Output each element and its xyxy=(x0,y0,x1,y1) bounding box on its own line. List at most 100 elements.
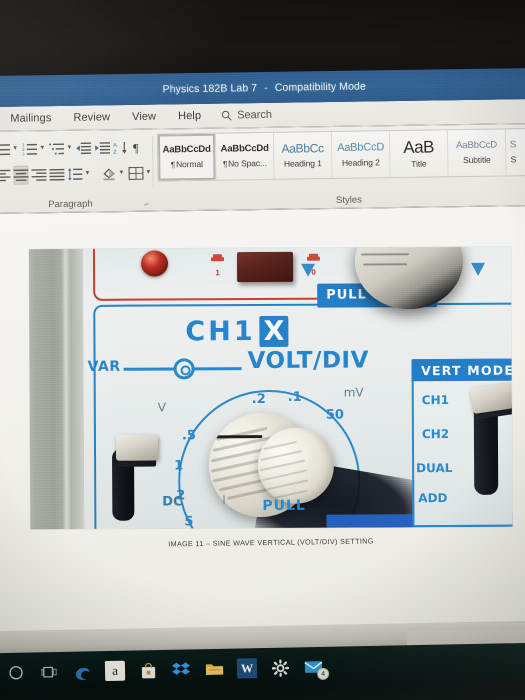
blue-triangle-marker-left xyxy=(301,263,316,277)
taskbar-item-edge[interactable] xyxy=(72,661,92,681)
align-left-button[interactable] xyxy=(0,165,11,184)
style-item-normal[interactable]: AaBbCcDd ¶Normal xyxy=(157,133,217,181)
style-preview: AaB xyxy=(403,137,435,157)
style-label: Subtitle xyxy=(462,154,491,165)
vert-mode-panel: VERT MODE CH1 CH2 DUAL ADD xyxy=(411,358,513,528)
search-icon xyxy=(220,109,232,121)
style-item-partial[interactable]: S S xyxy=(506,129,521,175)
vert-mode-switch xyxy=(470,381,513,495)
taskbar-item-word[interactable]: W xyxy=(236,658,258,679)
blue-triangle-marker-right xyxy=(471,262,486,276)
search-label: Search xyxy=(237,108,273,122)
pilcrow-icon: ¶ xyxy=(170,160,176,170)
multilevel-list-chevron-down-icon[interactable]: ▼ xyxy=(66,145,72,151)
ribbon-search[interactable]: Search xyxy=(220,109,272,122)
dial-mark-5: 5 xyxy=(184,514,194,530)
numbered-list-chevron-down-icon[interactable]: ▼ xyxy=(39,145,45,151)
power-marker-on: 1 xyxy=(211,254,225,277)
mail-badge-count: 4 xyxy=(317,667,330,680)
paragraph-row-1: ▼ 1 2 3 ▼ ▼ A Z ¶ xyxy=(0,135,146,161)
dial-unit-volts: V xyxy=(157,400,167,415)
style-preview: AaBbCcDd xyxy=(162,144,211,156)
increase-indent-button[interactable] xyxy=(94,138,110,157)
text-cursor-icon: I xyxy=(222,492,226,508)
ribbon-body: ▼ 1 2 3 ▼ ▼ A Z ¶ ▼ ▼ ▼ Paragraph ⌐ AaBb… xyxy=(0,123,525,215)
style-item-title[interactable]: AaB Title xyxy=(389,130,449,178)
numbered-list-button[interactable]: 1 2 3 xyxy=(22,139,38,158)
taskbar-item-cortana-search[interactable] xyxy=(6,663,26,683)
vert-mode-header: VERT MODE xyxy=(411,358,513,382)
pilcrow-icon: ¶ xyxy=(222,159,228,169)
show-formatting-marks-button[interactable]: ¶ xyxy=(131,137,146,156)
group-styles: AaBbCcDd ¶Normal AaBbCcDd ¶No Spac... Aa… xyxy=(153,124,525,211)
power-on-label: 1 xyxy=(215,268,220,278)
style-item-no-spacing[interactable]: AaBbCcDd ¶No Spac... xyxy=(215,132,275,180)
justify-button[interactable] xyxy=(49,164,65,183)
style-name-text: Normal xyxy=(175,158,203,170)
group-paragraph: ▼ 1 2 3 ▼ ▼ A Z ¶ ▼ ▼ ▼ Paragraph ⌐ xyxy=(0,130,153,213)
paragraph-row-2: ▼ ▼ ▼ xyxy=(0,161,151,187)
line-spacing-button[interactable] xyxy=(67,164,83,183)
monitor-screen: Physics 182B Lab 7-Compatibility Mode s … xyxy=(0,67,525,658)
style-preview-partial: S xyxy=(509,139,517,151)
group-label-paragraph: Paragraph xyxy=(48,198,93,211)
align-center-button[interactable] xyxy=(13,165,29,185)
var-knob-symbol xyxy=(173,358,195,380)
title-separator: - xyxy=(264,81,268,94)
styles-gallery: AaBbCcDd ¶Normal AaBbCcDd ¶No Spac... Aa… xyxy=(156,127,525,182)
svg-text:Z: Z xyxy=(113,149,117,154)
power-rocker-switch xyxy=(236,251,294,283)
paragraph-dialog-launcher-icon[interactable]: ⌐ xyxy=(144,200,149,209)
voltdiv-label: VOLT/DIV xyxy=(247,347,369,375)
dial-mark-1: 1 xyxy=(174,458,184,474)
multilevel-list-button[interactable] xyxy=(49,138,65,157)
bulleted-list-chevron-down-icon[interactable]: ▼ xyxy=(12,146,18,152)
document-area[interactable]: 1 0 PULL CH1 X VAR VOLT/DIV V .5 1 2 5 .… xyxy=(0,205,525,658)
coupling-switch xyxy=(110,434,159,523)
borders-chevron-down-icon[interactable]: ▼ xyxy=(145,170,151,176)
taskbar-item-amazon[interactable]: a xyxy=(104,660,126,682)
tab-mailings[interactable]: Mailings xyxy=(0,109,63,128)
tab-view[interactable]: View xyxy=(121,107,167,126)
line-spacing-chevron-down-icon[interactable]: ▼ xyxy=(84,171,90,177)
svg-text:¶: ¶ xyxy=(133,141,139,154)
var-label: VAR xyxy=(87,358,121,375)
style-preview: AaBbCcD xyxy=(456,139,498,152)
taskbar-item-dropbox[interactable] xyxy=(171,659,191,679)
style-preview: AaBbCcDd xyxy=(220,143,269,155)
decrease-indent-button[interactable] xyxy=(76,138,92,157)
style-item-subtitle[interactable]: AaBbCcD Subtitle xyxy=(447,129,507,177)
style-item-heading-1[interactable]: AaBbCc Heading 1 xyxy=(273,131,333,179)
sort-az-button[interactable]: A Z xyxy=(113,138,128,157)
tab-review[interactable]: Review xyxy=(62,108,121,127)
style-label: Heading 2 xyxy=(341,156,380,168)
bulleted-list-button[interactable] xyxy=(0,139,11,158)
dial-mark-point2: .2 xyxy=(251,391,266,408)
style-label: Heading 1 xyxy=(283,158,322,169)
compatibility-mode-label: Compatibility Mode xyxy=(274,79,366,94)
knob-top-right xyxy=(354,246,464,310)
document-title: Physics 182B Lab 7 xyxy=(162,81,258,96)
figure-oscilloscope-photo[interactable]: 1 0 PULL CH1 X VAR VOLT/DIV V .5 1 2 5 .… xyxy=(28,246,513,530)
style-label: ¶No Spac... xyxy=(223,158,267,169)
taskbar-item-mail[interactable]: 4 xyxy=(303,657,330,680)
style-label: Title xyxy=(411,158,427,169)
align-right-button[interactable] xyxy=(31,165,47,184)
channel-heading: CH1 X xyxy=(185,315,289,347)
vert-option-dual: DUAL xyxy=(416,460,453,476)
tab-help[interactable]: Help xyxy=(167,107,212,126)
borders-button[interactable] xyxy=(128,163,144,182)
style-item-heading-2[interactable]: AaBbCcD Heading 2 xyxy=(331,131,391,178)
taskbar-item-task-view[interactable] xyxy=(39,662,59,682)
shading-chevron-down-icon[interactable]: ▼ xyxy=(118,170,124,176)
rail-highlight xyxy=(60,246,72,530)
taskbar-item-settings[interactable] xyxy=(270,658,290,678)
voltdiv-knob-pointer xyxy=(214,435,263,439)
shading-button[interactable] xyxy=(101,164,116,183)
taskbar-item-file-explorer[interactable] xyxy=(204,659,224,679)
x-badge: X xyxy=(259,315,289,347)
figure-caption: IMAGE 11 – SINE WAVE VERTICAL (VOLT/DIV)… xyxy=(168,536,374,549)
taskbar-item-microsoft-store[interactable] xyxy=(138,660,158,680)
style-name-text: No Spac... xyxy=(228,157,267,169)
style-preview: AaBbCc xyxy=(281,141,324,156)
